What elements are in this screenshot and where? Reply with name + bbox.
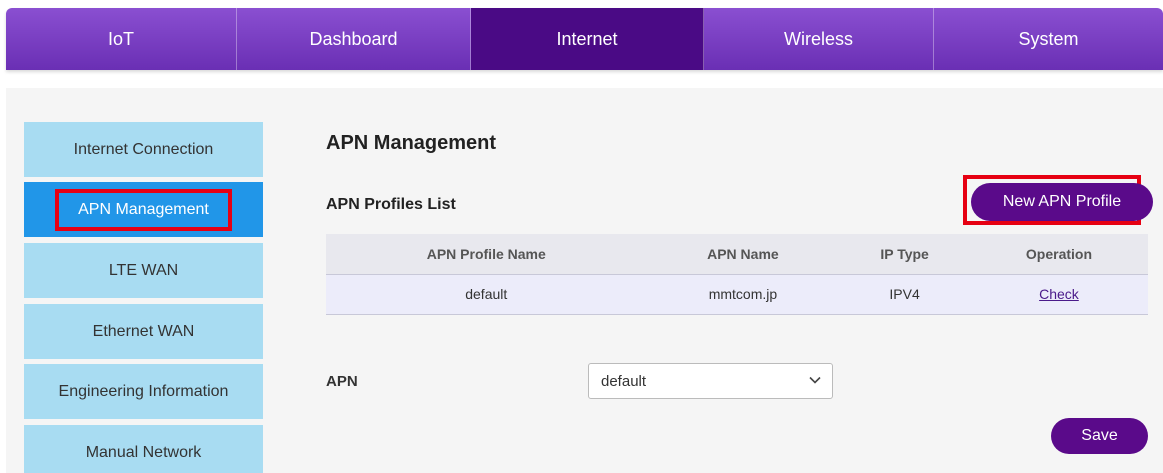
sidebar-item-manual-network[interactable]: Manual Network — [24, 425, 263, 473]
apn-field-label: APN — [326, 373, 358, 390]
table-header-row: APN Profile Name APN Name IP Type Operat… — [326, 234, 1148, 274]
apn-select-value: default — [601, 372, 647, 390]
save-button[interactable]: Save — [1051, 418, 1148, 454]
nav-tab-system[interactable]: System — [934, 8, 1163, 70]
apn-profiles-table: APN Profile Name APN Name IP Type Operat… — [326, 234, 1148, 315]
column-header: Operation — [969, 234, 1148, 274]
nav-tab-internet[interactable]: Internet — [471, 8, 704, 70]
cell-apn-name: mmtcom.jp — [646, 273, 840, 315]
cell-profile-name: default — [326, 273, 647, 315]
sidebar-item-label: Internet Connection — [73, 140, 214, 158]
new-apn-profile-button[interactable]: New APN Profile — [971, 183, 1153, 221]
sidebar-item-label: Ethernet WAN — [92, 322, 195, 340]
table-row: default mmtcom.jp IPV4 Check — [326, 273, 1148, 315]
column-header: APN Name — [646, 234, 840, 274]
nav-tab-dashboard[interactable]: Dashboard — [237, 8, 471, 70]
sidebar-item-label: APN Management — [55, 188, 232, 231]
sidebar-item-apn-management[interactable]: APN Management — [24, 182, 263, 237]
cell-ip-type: IPV4 — [839, 273, 970, 315]
cell-operation: Check — [969, 273, 1148, 315]
column-header: APN Profile Name — [326, 234, 647, 274]
sidebar-item-internet-connection[interactable]: Internet Connection — [24, 122, 263, 177]
main-content: APN Management APN Profiles List New APN… — [326, 122, 1153, 473]
check-link[interactable]: Check — [1039, 286, 1079, 302]
sidebar-item-lte-wan[interactable]: LTE WAN — [24, 243, 263, 298]
top-navigation: IoT Dashboard Internet Wireless System — [6, 8, 1163, 70]
sidebar-item-label: LTE WAN — [108, 261, 179, 279]
column-header: IP Type — [839, 234, 970, 274]
page-title: APN Management — [326, 132, 497, 154]
apn-select[interactable]: default — [588, 363, 833, 399]
chevron-down-icon — [809, 376, 821, 384]
sidebar-item-label: Manual Network — [85, 443, 202, 461]
profiles-list-title: APN Profiles List — [326, 196, 456, 213]
sidebar-item-engineering-information[interactable]: Engineering Information — [24, 364, 263, 419]
nav-tab-wireless[interactable]: Wireless — [704, 8, 934, 70]
nav-tab-iot[interactable]: IoT — [6, 8, 237, 70]
sidebar-item-label: Engineering Information — [58, 382, 229, 400]
new-apn-profile-highlight: New APN Profile — [963, 175, 1153, 225]
sidebar-item-ethernet-wan[interactable]: Ethernet WAN — [24, 304, 263, 359]
